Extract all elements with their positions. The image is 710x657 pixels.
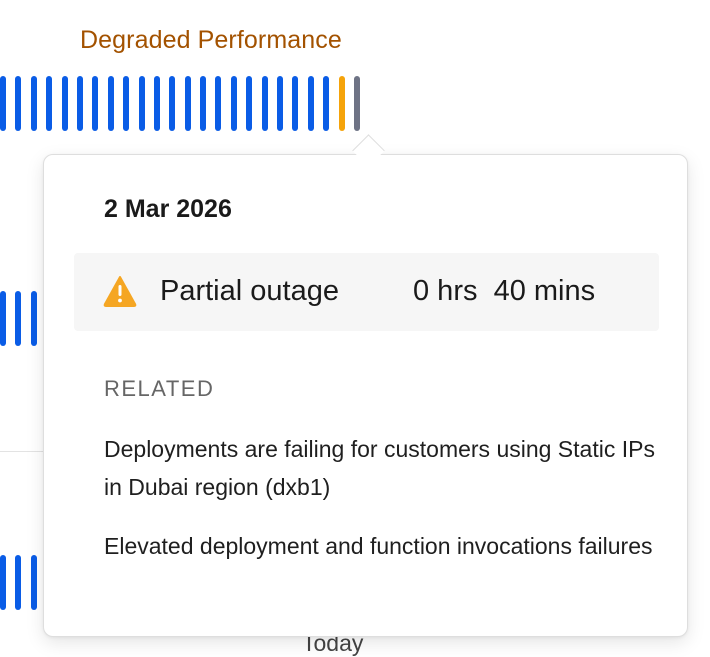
- uptime-bar-operational[interactable]: [15, 555, 22, 610]
- uptime-bar-operational[interactable]: [107, 76, 114, 131]
- uptime-bar-operational[interactable]: [215, 76, 222, 131]
- uptime-bar-operational[interactable]: [46, 76, 53, 131]
- uptime-bars: [0, 291, 37, 346]
- incident-summary: Partial outage 0 hrs 40 mins: [74, 253, 659, 331]
- uptime-bar-operational[interactable]: [169, 76, 176, 131]
- uptime-bar-operational[interactable]: [76, 76, 83, 131]
- uptime-bar-operational[interactable]: [277, 76, 284, 131]
- incident-tooltip: 2 Mar 2026 Partial outage 0 hrs 40 mins …: [43, 154, 688, 637]
- related-list: Deployments are failing for customers us…: [104, 430, 674, 586]
- related-heading: RELATED: [104, 376, 215, 401]
- uptime-bar-operational[interactable]: [153, 76, 160, 131]
- status-label: Degraded Performance: [80, 26, 342, 54]
- related-incident-link[interactable]: Elevated deployment and function invocat…: [104, 527, 674, 565]
- uptime-bar-operational[interactable]: [30, 555, 37, 610]
- related-incident-link[interactable]: Deployments are failing for customers us…: [104, 430, 674, 506]
- uptime-bar-operational[interactable]: [123, 76, 130, 131]
- uptime-bar-operational[interactable]: [0, 76, 6, 131]
- incident-type: Partial outage: [160, 275, 339, 307]
- uptime-bars: [0, 76, 360, 131]
- uptime-bar-operational[interactable]: [246, 76, 253, 131]
- uptime-bar-operational[interactable]: [138, 76, 145, 131]
- uptime-bar-nodata[interactable]: [353, 76, 360, 131]
- tooltip-date: 2 Mar 2026: [104, 195, 232, 223]
- warning-icon: [103, 276, 137, 307]
- uptime-bar-operational[interactable]: [30, 291, 37, 346]
- uptime-bars: [0, 555, 37, 610]
- uptime-bar-operational[interactable]: [307, 76, 314, 131]
- uptime-bar-operational[interactable]: [184, 76, 191, 131]
- uptime-bar-degraded[interactable]: [338, 76, 345, 131]
- uptime-bar-operational[interactable]: [15, 291, 22, 346]
- uptime-bar-operational[interactable]: [323, 76, 330, 131]
- uptime-bar-operational[interactable]: [230, 76, 237, 131]
- uptime-bar-operational[interactable]: [261, 76, 268, 131]
- uptime-bar-operational[interactable]: [200, 76, 207, 131]
- uptime-bar-operational[interactable]: [30, 76, 37, 131]
- uptime-bar-operational[interactable]: [15, 76, 22, 131]
- uptime-bar-operational[interactable]: [92, 76, 99, 131]
- incident-duration: 0 hrs 40 mins: [413, 275, 596, 307]
- uptime-bar-operational[interactable]: [0, 291, 6, 346]
- uptime-bar-operational[interactable]: [292, 76, 299, 131]
- uptime-bar-operational[interactable]: [61, 76, 68, 131]
- uptime-bar-operational[interactable]: [0, 555, 6, 610]
